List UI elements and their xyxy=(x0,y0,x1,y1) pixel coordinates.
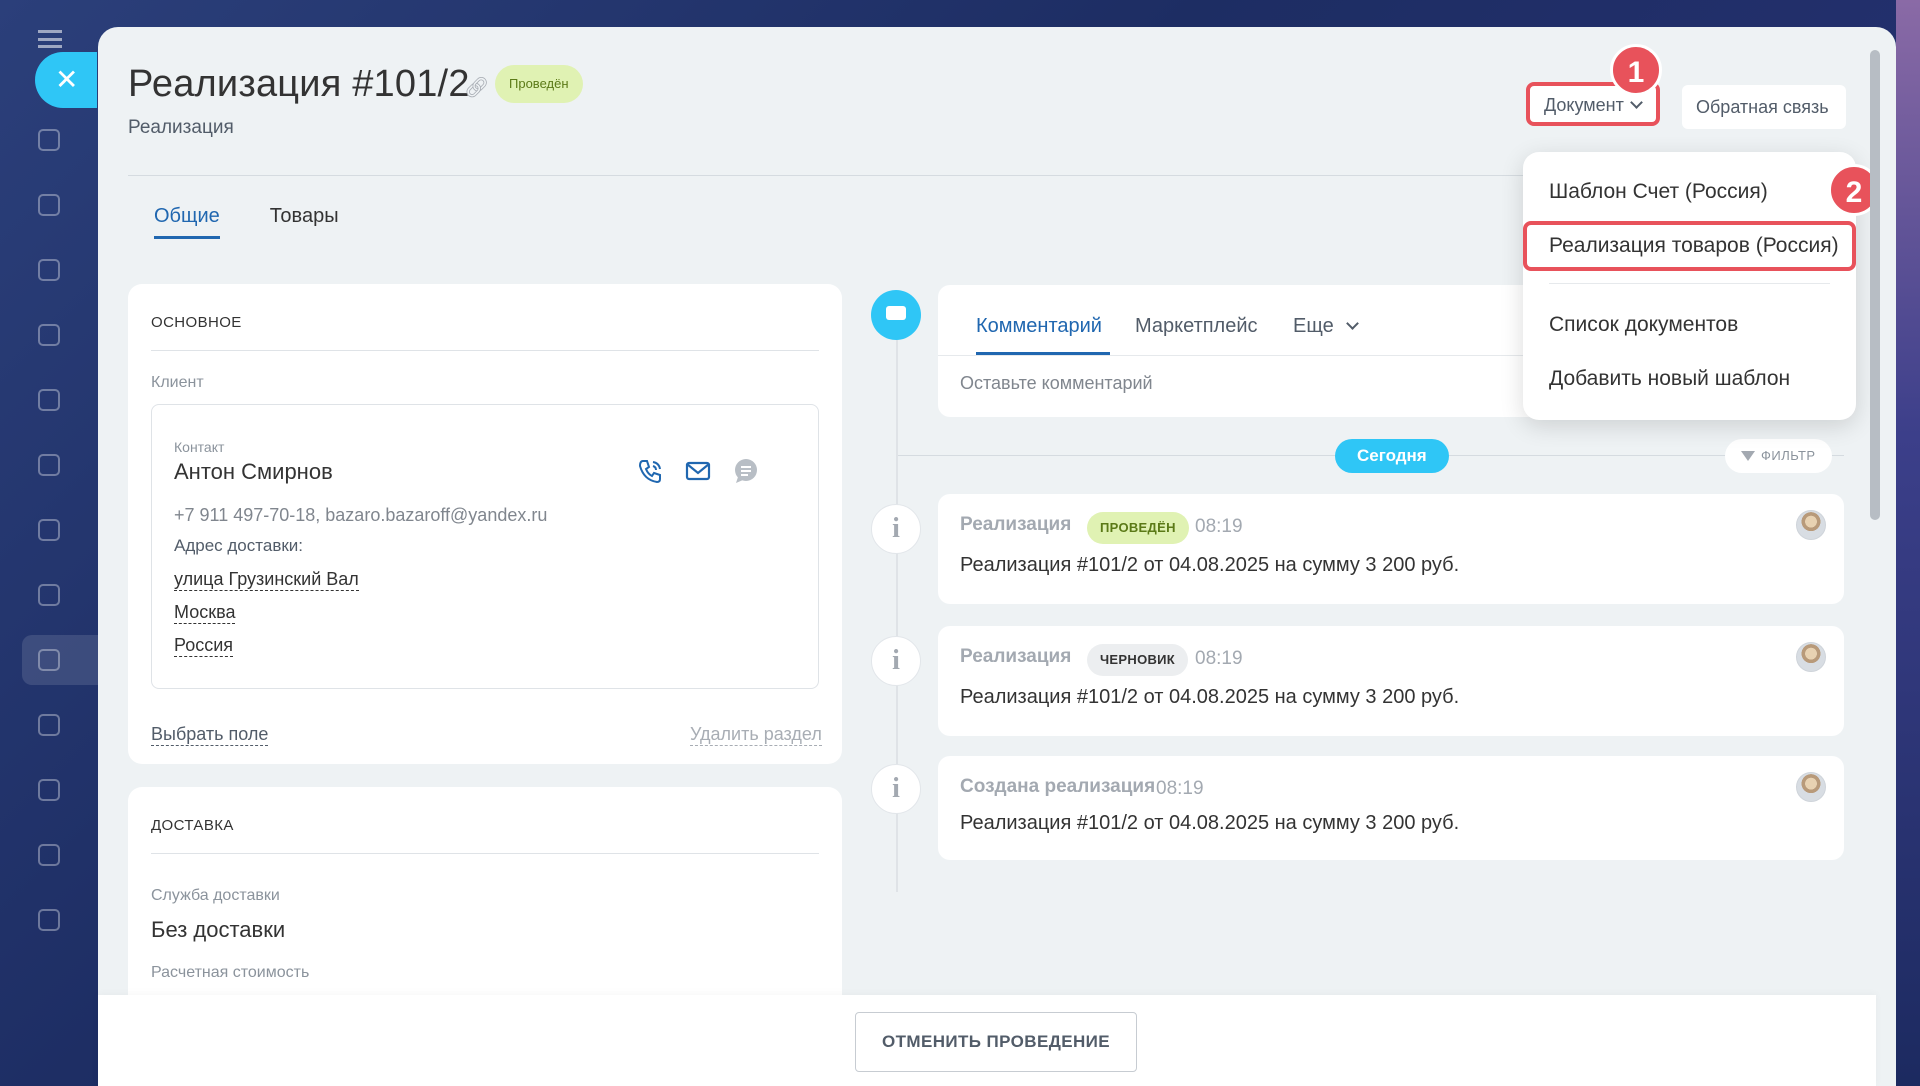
close-icon: ✕ xyxy=(55,64,79,95)
comment-bubble-icon xyxy=(871,290,921,340)
tab-comment[interactable]: Комментарий xyxy=(976,315,1102,338)
event-title: Реализация xyxy=(960,514,1072,535)
tab-general[interactable]: Общие xyxy=(154,205,220,239)
avatar[interactable] xyxy=(1796,510,1826,540)
sidebar-icon xyxy=(38,779,60,801)
event-status-badge: ПРОВЕДЁН xyxy=(1087,512,1189,544)
cancel-posting-button[interactable]: ОТМЕНИТЬ ПРОВЕДЕНИЕ xyxy=(855,1012,1137,1072)
sidebar-icon xyxy=(38,454,60,476)
copy-link-icon[interactable]: 🔗︎ xyxy=(464,75,489,100)
timeline-event: Реализация ЧЕРНОВИК 08:19 Реализация #10… xyxy=(938,626,1844,736)
step-marker-1: 1 xyxy=(1610,44,1662,96)
menu-item-add-template[interactable]: Добавить новый шаблон xyxy=(1549,367,1790,391)
filter-label: ФИЛЬТР xyxy=(1761,448,1816,463)
delivery-address-label: Адрес доставки: xyxy=(174,536,304,555)
chevron-down-icon xyxy=(1629,96,1643,109)
scrollbar[interactable] xyxy=(1870,50,1880,520)
sidebar-icon xyxy=(38,844,60,866)
chat-icon[interactable] xyxy=(732,457,760,485)
sidebar-icon xyxy=(38,389,60,411)
sidebar-icon xyxy=(38,324,60,346)
sidebar-icon xyxy=(38,259,60,281)
address-street[interactable]: улица Грузинский Вал xyxy=(174,568,359,591)
section-divider xyxy=(151,350,819,351)
event-text: Реализация #101/2 от 04.08.2025 на сумму… xyxy=(960,686,1460,708)
filter-button[interactable]: ФИЛЬТР xyxy=(1725,439,1832,473)
comment-input[interactable]: Оставьте комментарий xyxy=(960,373,1153,394)
menu-divider xyxy=(1549,283,1830,284)
tab-marketplace[interactable]: Маркетплейс xyxy=(1135,315,1258,338)
event-title: Реализация xyxy=(960,646,1072,667)
avatar[interactable] xyxy=(1796,772,1826,802)
sidebar-icon xyxy=(38,129,60,151)
section-divider xyxy=(151,853,819,854)
page-subtitle: Реализация xyxy=(128,117,234,138)
document-menu-label: Документ xyxy=(1544,95,1624,115)
contact-phone-email: +7 911 497-70-18, bazaro.bazaroff@yandex… xyxy=(174,505,548,525)
address-city[interactable]: Москва xyxy=(174,601,236,624)
event-time: 08:19 xyxy=(1195,648,1243,669)
feedback-button[interactable]: Обратная связь xyxy=(1682,85,1846,129)
timeline-event: Создана реализация 08:19 Реализация #101… xyxy=(938,756,1844,860)
address-country[interactable]: Россия xyxy=(174,634,234,657)
client-label: Клиент xyxy=(151,374,204,391)
delivery-service-value[interactable]: Без доставки xyxy=(151,917,285,943)
info-icon: i xyxy=(871,504,921,554)
status-badge: Проведён xyxy=(495,65,583,103)
event-text: Реализация #101/2 от 04.08.2025 на сумму… xyxy=(960,554,1460,576)
menu-item-document-list[interactable]: Список документов xyxy=(1549,313,1738,337)
menu-icon xyxy=(38,30,62,48)
menu-item-sales-goods-template[interactable]: Реализация товаров (Россия) xyxy=(1549,234,1839,258)
section-title-main: ОСНОВНОЕ xyxy=(151,314,242,331)
sidebar-icon xyxy=(38,649,60,671)
delivery-service-label: Служба доставки xyxy=(151,887,280,904)
event-status-badge: ЧЕРНОВИК xyxy=(1087,644,1189,676)
sidebar-icon xyxy=(38,519,60,541)
event-text: Реализация #101/2 от 04.08.2025 на сумму… xyxy=(960,812,1460,834)
info-icon: i xyxy=(871,764,921,814)
avatar[interactable] xyxy=(1796,642,1826,672)
mail-icon[interactable] xyxy=(684,457,712,485)
today-label: Сегодня xyxy=(1335,439,1449,473)
phone-icon[interactable] xyxy=(636,457,664,485)
document-dropdown-menu: Шаблон Счет (Россия) Реализация товаров … xyxy=(1523,152,1856,420)
close-slider-button[interactable]: ✕ xyxy=(35,52,97,108)
event-time: 08:19 xyxy=(1156,778,1204,799)
client-contact-box: Контакт Антон Смирнов +7 911 497-70-18, … xyxy=(151,404,819,689)
contact-type-label: Контакт xyxy=(174,439,225,455)
sidebar-icon xyxy=(38,194,60,216)
estimated-cost-label: Расчетная стоимость xyxy=(151,964,310,981)
event-time: 08:19 xyxy=(1195,516,1243,537)
event-title: Создана реализация xyxy=(960,776,1156,797)
sidebar-icon xyxy=(38,714,60,736)
page-title: Реализация #101/2 xyxy=(128,63,470,105)
tab-more[interactable]: Еще xyxy=(1293,315,1359,338)
filter-icon xyxy=(1741,451,1755,461)
chevron-down-icon xyxy=(1345,317,1359,330)
main-section-card: ОСНОВНОЕ Клиент Контакт Антон Смирнов +7… xyxy=(128,284,842,764)
tab-more-label: Еще xyxy=(1293,315,1334,337)
choose-field-link[interactable]: Выбрать поле xyxy=(151,724,269,746)
delete-section-link[interactable]: Удалить раздел xyxy=(690,724,822,746)
document-slider-panel: Реализация #101/2 🔗︎ Проведён Реализация… xyxy=(98,27,1896,1086)
contact-name[interactable]: Антон Смирнов xyxy=(174,459,333,485)
document-tabs: Общие Товары xyxy=(154,205,339,239)
footer-bar: ОТМЕНИТЬ ПРОВЕДЕНИЕ xyxy=(98,995,1876,1086)
tab-products[interactable]: Товары xyxy=(270,205,339,239)
timeline-event: Реализация ПРОВЕДЁН 08:19 Реализация #10… xyxy=(938,494,1844,604)
info-icon: i xyxy=(871,636,921,686)
sidebar-icon xyxy=(38,909,60,931)
section-title-delivery: ДОСТАВКА xyxy=(151,817,234,834)
sidebar-icon xyxy=(38,584,60,606)
menu-item-invoice-template[interactable]: Шаблон Счет (Россия) xyxy=(1549,180,1768,204)
background-right-edge xyxy=(1896,0,1920,1086)
